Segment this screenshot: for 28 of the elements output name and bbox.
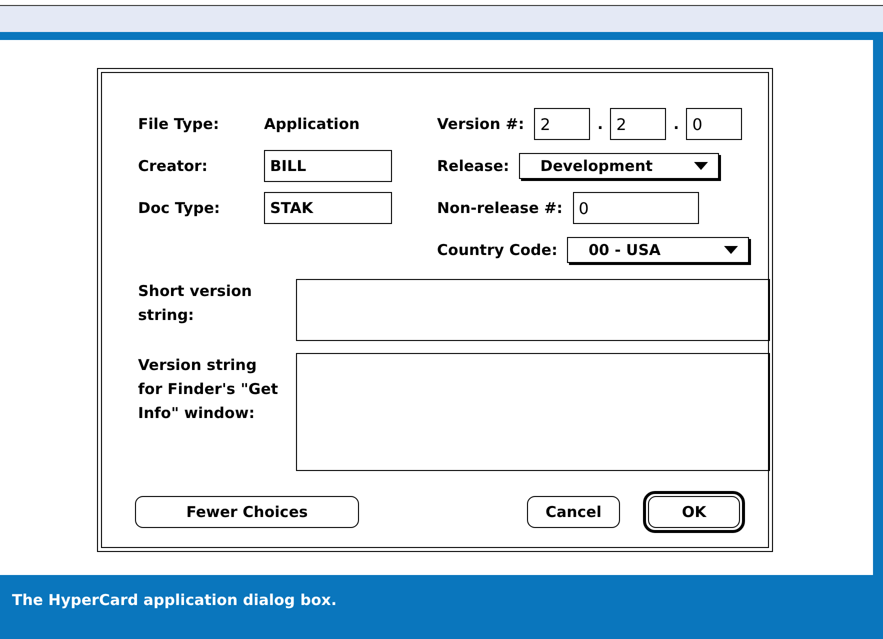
separator-dot: . [672,115,680,133]
ok-button[interactable]: OK [648,496,740,528]
field-label: Creator: [138,157,209,175]
field-label: Version #: [437,115,524,133]
file-type-value: Application [264,115,360,133]
dialog-button[interactable]: Cancel [527,496,620,528]
dialog-button[interactable]: Fewer Choices [135,496,359,528]
text-area[interactable] [296,279,770,341]
input-field[interactable]: BILL [264,150,392,182]
input-field[interactable]: 0 [572,192,699,224]
separator-dot: . [596,115,604,133]
figure-caption: The HyperCard application dialog box. [11,590,338,609]
field-label: Short version string: [138,281,253,326]
input-field[interactable]: STAK [264,192,392,224]
input-field[interactable]: 2 [534,108,590,140]
field-label: Country Code: [437,241,558,259]
field-label: Non-release #: [437,199,563,217]
field-label: File Type: [138,115,220,133]
release-dropdown[interactable]: Development [519,153,720,179]
field-label: Doc Type: [138,199,222,217]
input-field[interactable]: 0 [686,108,742,140]
dropdown-arrow-icon [694,162,708,170]
dropdown-arrow-icon [724,246,738,254]
country-dropdown[interactable]: 00 - USA [567,237,750,263]
input-field[interactable]: 2 [610,108,666,140]
field-label: Release: [437,157,510,175]
text-area[interactable] [296,353,770,471]
field-label: Version string for Finder's "Get Info" window: [138,355,280,424]
